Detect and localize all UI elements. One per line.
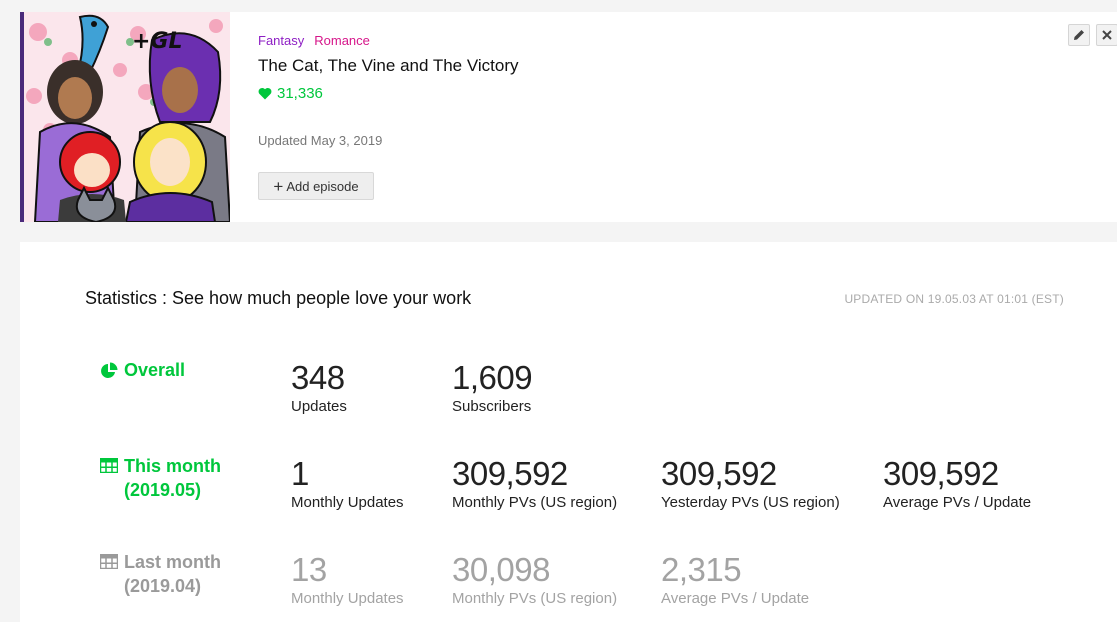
stat-this-month-pvs: 309,592 Monthly PVs (US region) (452, 456, 617, 512)
stat-caption: Yesterday PVs (US region) (661, 494, 840, 511)
stat-caption: Subscribers (452, 398, 532, 415)
stat-overall-updates: 348 Updates (291, 360, 347, 416)
stat-value: 309,592 (661, 455, 777, 492)
stat-caption: Updates (291, 398, 347, 415)
genre-list: Fantasy Romance (258, 33, 380, 48)
add-episode-button[interactable]: + Add episode (258, 172, 374, 200)
series-title[interactable]: The Cat, The Vine and The Victory (258, 56, 519, 76)
stat-caption: Monthly PVs (US region) (452, 494, 618, 511)
overall-label-text: Overall (124, 360, 186, 380)
stat-last-month-updates: 13 Monthly Updates (291, 552, 404, 608)
stat-value: 1,609 (452, 359, 533, 396)
stat-value: 2,315 (661, 551, 742, 588)
series-cover-image[interactable]: +GL (20, 12, 230, 222)
genre-tag-fantasy[interactable]: Fantasy (258, 33, 304, 48)
statistics-heading: Statistics : See how much people love yo… (85, 288, 472, 308)
this-month-label: This month (2019.05) (100, 454, 221, 502)
stat-overall-subscribers: 1,609 Subscribers (452, 359, 533, 416)
stat-value: 309,592 (883, 455, 999, 492)
series-updated-date: Updated May 3, 2019 (258, 133, 383, 148)
stat-caption: Average PVs / Update (661, 590, 810, 607)
stat-value: 1 (291, 455, 309, 492)
pencil-icon (1074, 30, 1084, 40)
stat-value: 348 (291, 359, 345, 396)
stat-caption: Monthly Updates (291, 494, 404, 511)
stat-caption: Monthly Updates (291, 590, 404, 607)
series-card: +GL Fantasy Romance The Cat, The Vine and… (20, 12, 1117, 222)
statistics-updated-timestamp: UPDATED ON 19.05.03 AT 01:01 (EST) (844, 292, 1064, 306)
table-icon (100, 458, 118, 473)
likes-value: 31,336 (277, 85, 323, 102)
table-icon (100, 554, 118, 569)
last-month-period: (2019.04) (124, 576, 202, 596)
plus-icon: + (273, 176, 284, 196)
this-month-period: (2019.05) (124, 480, 202, 500)
stat-this-month-updates: 1 Monthly Updates (291, 456, 404, 512)
close-button[interactable] (1096, 24, 1117, 46)
stat-caption: Average PVs / Update (883, 494, 1032, 511)
pie-chart-icon (101, 362, 118, 378)
stat-yesterday-pvs: 309,592 Yesterday PVs (US region) (661, 456, 840, 512)
stat-value: 30,098 (452, 551, 550, 588)
stat-last-month-average: 2,315 Average PVs / Update (661, 552, 809, 608)
likes-count: 31,336 (258, 85, 323, 102)
edit-button[interactable] (1068, 24, 1090, 46)
heart-icon (258, 87, 272, 100)
this-month-label-text: This month (124, 456, 221, 476)
last-month-label: Last month (2019.04) (100, 550, 221, 598)
stat-value: 309,592 (452, 455, 568, 492)
stat-caption: Monthly PVs (US region) (452, 590, 618, 607)
overall-label: Overall (100, 358, 185, 382)
stat-average-pvs: 309,592 Average PVs / Update (883, 456, 1031, 512)
last-month-label-text: Last month (124, 552, 221, 572)
stat-value: 13 (291, 551, 327, 588)
genre-tag-romance[interactable]: Romance (314, 33, 370, 48)
stat-last-month-pvs: 30,098 Monthly PVs (US region) (452, 552, 617, 608)
statistics-panel: Statistics : See how much people love yo… (20, 242, 1117, 622)
add-episode-label: Add episode (286, 178, 359, 194)
close-icon (1102, 30, 1112, 40)
cover-lettering: +GL (132, 29, 183, 54)
